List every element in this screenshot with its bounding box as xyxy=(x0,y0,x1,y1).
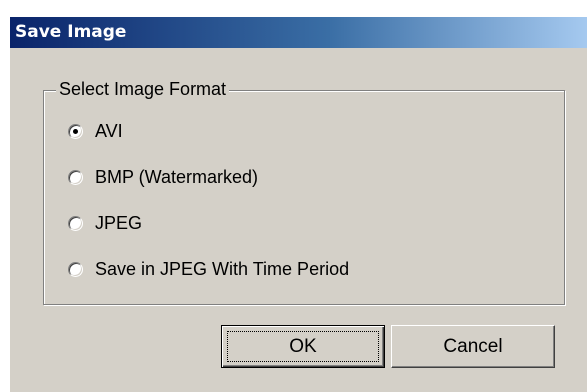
radio-label-jpeg-time-period: Save in JPEG With Time Period xyxy=(95,259,350,279)
focus-ring xyxy=(227,331,379,362)
radio-option-avi[interactable]: AVI xyxy=(68,119,123,143)
radio-selected-icon[interactable] xyxy=(68,123,83,139)
radio-label-jpeg: JPEG xyxy=(95,213,143,233)
title-bar[interactable]: Save Image xyxy=(10,17,587,48)
radio-option-jpeg-time-period[interactable]: Save in JPEG With Time Period xyxy=(68,257,349,281)
save-image-dialog: Save Image Select Image Format AVI BMP (… xyxy=(8,16,587,392)
radio-unselected-icon[interactable] xyxy=(68,215,83,231)
radio-option-jpeg[interactable]: JPEG xyxy=(68,211,142,235)
radio-label-avi: AVI xyxy=(95,121,123,141)
cancel-button-label: Cancel xyxy=(443,335,503,357)
radio-label-bmp-watermarked: BMP (Watermarked) xyxy=(95,167,259,187)
cancel-button[interactable]: Cancel xyxy=(391,325,555,368)
ok-button[interactable]: OK xyxy=(221,325,385,368)
dialog-title: Save Image xyxy=(15,22,127,42)
radio-unselected-icon[interactable] xyxy=(68,169,83,185)
radio-dot xyxy=(73,128,78,134)
image-format-group-legend: Select Image Format xyxy=(56,79,230,100)
radio-unselected-icon[interactable] xyxy=(68,261,83,277)
radio-option-bmp-watermarked[interactable]: BMP (Watermarked) xyxy=(68,165,258,189)
